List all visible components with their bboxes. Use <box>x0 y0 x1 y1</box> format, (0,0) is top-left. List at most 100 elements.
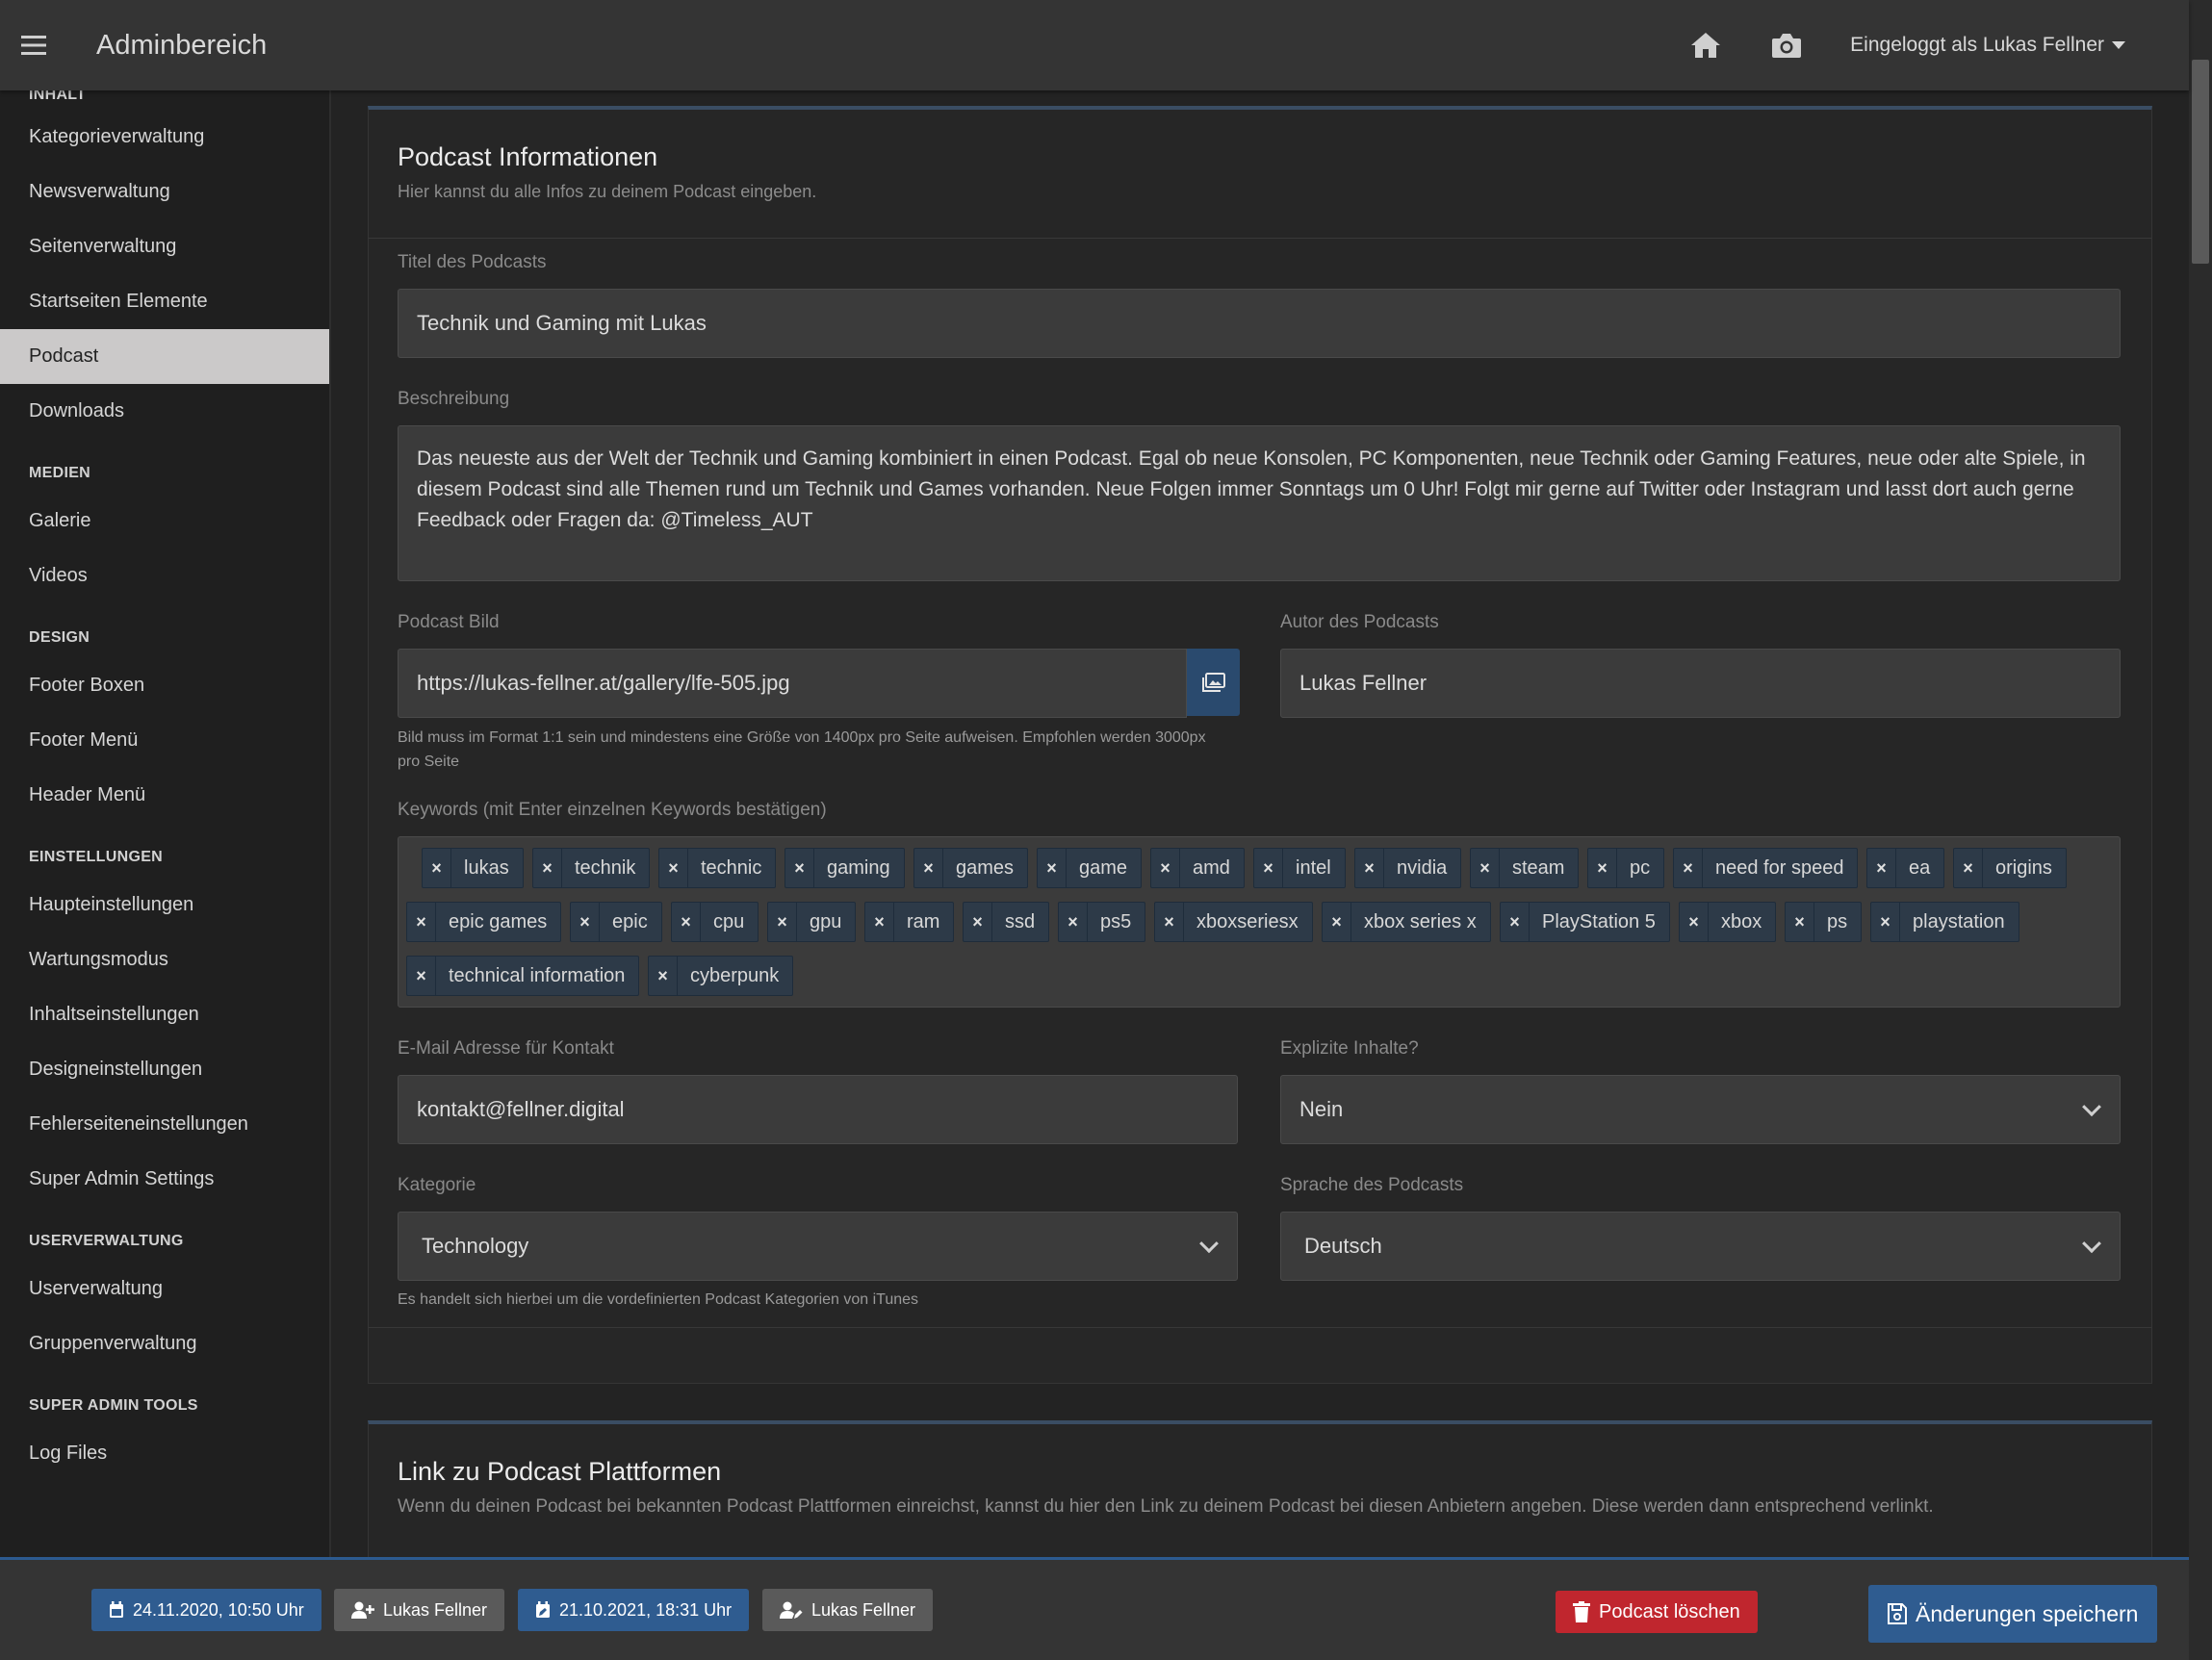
sidebar-item-gruppenverwaltung[interactable]: Gruppenverwaltung <box>0 1316 329 1371</box>
remove-tag-icon[interactable]: × <box>1674 849 1703 887</box>
remove-tag-icon[interactable]: × <box>659 849 688 887</box>
sidebar-item-log-files[interactable]: Log Files <box>0 1426 329 1481</box>
keyword-tag[interactable]: × gaming <box>784 848 905 888</box>
sidebar-item-footer-boxen[interactable]: Footer Boxen <box>0 658 329 713</box>
remove-tag-icon[interactable]: × <box>1501 903 1530 941</box>
remove-tag-icon[interactable]: × <box>964 903 992 941</box>
sidebar-item-downloads[interactable]: Downloads <box>0 384 329 439</box>
user-menu-dropdown[interactable]: Eingeloggt als Lukas Fellner <box>1850 34 2125 57</box>
remove-tag-icon[interactable]: × <box>1254 849 1283 887</box>
keyword-tag[interactable]: × epic games <box>406 902 562 942</box>
camera-icon[interactable] <box>1769 28 1804 63</box>
keyword-tag[interactable]: × steam <box>1470 848 1580 888</box>
remove-tag-icon[interactable]: × <box>1471 849 1500 887</box>
keyword-tag[interactable]: × technical information <box>406 956 640 996</box>
keyword-tag[interactable]: × epic <box>570 902 662 942</box>
remove-tag-icon[interactable]: × <box>672 903 701 941</box>
sidebar-item-kategorieverwaltung[interactable]: Kategorieverwaltung <box>0 110 329 165</box>
keyword-tag[interactable]: × ssd <box>963 902 1050 942</box>
remove-tag-icon[interactable]: × <box>1059 903 1088 941</box>
scrollbar-thumb[interactable] <box>2192 60 2209 264</box>
remove-tag-icon[interactable]: × <box>1867 849 1896 887</box>
sidebar-item-super-admin-settings[interactable]: Super Admin Settings <box>0 1152 329 1207</box>
remove-tag-icon[interactable]: × <box>1155 903 1184 941</box>
keyword-tag[interactable]: × ram <box>864 902 955 942</box>
explicit-select[interactable]: Nein <box>1280 1075 2121 1144</box>
page-scrollbar[interactable] <box>2189 0 2212 1660</box>
keyword-tag[interactable]: × lukas <box>422 848 524 888</box>
sidebar-item-newsverwaltung[interactable]: Newsverwaltung <box>0 165 329 219</box>
keyword-tag[interactable]: × game <box>1037 848 1143 888</box>
keyword-tag[interactable]: × cyberpunk <box>648 956 794 996</box>
menu-toggle-icon[interactable] <box>0 0 67 90</box>
remove-tag-icon[interactable]: × <box>1038 849 1067 887</box>
remove-tag-icon[interactable]: × <box>571 903 600 941</box>
save-changes-button[interactable]: Änderungen speichern <box>1868 1585 2158 1643</box>
caret-down-icon <box>2112 41 2125 49</box>
remove-tag-icon[interactable]: × <box>865 903 894 941</box>
sidebar-item-inhaltseinstellungen[interactable]: Inhaltseinstellungen <box>0 987 329 1042</box>
keyword-tag[interactable]: × xbox <box>1679 902 1777 942</box>
keyword-tag[interactable]: × ps5 <box>1058 902 1146 942</box>
sidebar-item-podcast[interactable]: Podcast <box>0 329 329 384</box>
sidebar-item-galerie[interactable]: Galerie <box>0 494 329 549</box>
remove-tag-icon[interactable]: × <box>1871 903 1900 941</box>
keyword-tag[interactable]: × playstation <box>1870 902 2019 942</box>
remove-tag-icon[interactable]: × <box>1954 849 1983 887</box>
keyword-tag[interactable]: × nvidia <box>1354 848 1462 888</box>
sidebar-item-haupteinstellungen[interactable]: Haupteinstellungen <box>0 878 329 932</box>
author-input[interactable]: Lukas Fellner <box>1280 649 2121 718</box>
remove-tag-icon[interactable]: × <box>423 849 451 887</box>
remove-tag-icon[interactable]: × <box>1786 903 1814 941</box>
keyword-tag[interactable]: × xbox series x <box>1322 902 1491 942</box>
keyword-tag[interactable]: × technic <box>658 848 777 888</box>
keyword-tag[interactable]: × intel <box>1253 848 1346 888</box>
keyword-tag-label: need for speed <box>1715 856 1844 879</box>
delete-podcast-button[interactable]: Podcast löschen <box>1556 1591 1758 1633</box>
remove-tag-icon[interactable]: × <box>914 849 943 887</box>
keyword-tag[interactable]: × cpu <box>671 902 759 942</box>
keywords-tag-input[interactable]: × lukas × technik × technic × gaming × games × game… <box>398 836 2121 1008</box>
keyword-tag[interactable]: × origins <box>1953 848 2067 888</box>
sidebar-item-header-menu[interactable]: Header Menü <box>0 768 329 823</box>
remove-tag-icon[interactable]: × <box>407 903 436 941</box>
keyword-tag[interactable]: × ea <box>1866 848 1945 888</box>
category-select[interactable]: Technology <box>398 1212 1238 1281</box>
remove-tag-icon[interactable]: × <box>1588 849 1617 887</box>
remove-tag-icon[interactable]: × <box>533 849 562 887</box>
image-picker-button[interactable] <box>1187 649 1240 716</box>
keyword-tag[interactable]: × games <box>913 848 1029 888</box>
remove-tag-icon[interactable]: × <box>785 849 814 887</box>
description-textarea[interactable]: Das neueste aus der Welt der Technik und… <box>398 425 2121 581</box>
email-input[interactable]: kontakt@fellner.digital <box>398 1075 1238 1144</box>
keyword-tag[interactable]: × xboxseriesx <box>1154 902 1313 942</box>
sidebar-item-userverwaltung[interactable]: Userverwaltung <box>0 1262 329 1316</box>
remove-tag-icon[interactable]: × <box>1680 903 1709 941</box>
card-subtitle: Wenn du deinen Podcast bei bekannten Pod… <box>398 1496 1934 1517</box>
keyword-tag[interactable]: × PlayStation 5 <box>1500 902 1670 942</box>
brand-title[interactable]: Adminbereich <box>96 30 267 62</box>
remove-tag-icon[interactable]: × <box>1323 903 1351 941</box>
language-select[interactable]: Deutsch <box>1280 1212 2121 1281</box>
sidebar-item-videos[interactable]: Videos <box>0 549 329 603</box>
sidebar-item-designeinstellungen[interactable]: Designeinstellungen <box>0 1042 329 1097</box>
sidebar-item-fehlerseiteneinstellungen[interactable]: Fehlerseiteneinstellungen <box>0 1097 329 1152</box>
sidebar-item-startseiten-elemente[interactable]: Startseiten Elemente <box>0 274 329 329</box>
sidebar-item-wartungsmodus[interactable]: Wartungsmodus <box>0 932 329 987</box>
keyword-tag[interactable]: × amd <box>1150 848 1245 888</box>
home-icon[interactable] <box>1688 28 1723 63</box>
remove-tag-icon[interactable]: × <box>1151 849 1180 887</box>
remove-tag-icon[interactable]: × <box>1355 849 1384 887</box>
image-url-input[interactable]: https://lukas-fellner.at/gallery/lfe-505… <box>398 649 1187 718</box>
sidebar-item-seitenverwaltung[interactable]: Seitenverwaltung <box>0 219 329 274</box>
title-input[interactable]: Technik und Gaming mit Lukas <box>398 289 2121 358</box>
remove-tag-icon[interactable]: × <box>407 957 436 995</box>
sidebar-item-footer-menu[interactable]: Footer Menü <box>0 713 329 768</box>
keyword-tag[interactable]: × pc <box>1587 848 1665 888</box>
keyword-tag[interactable]: × ps <box>1785 902 1863 942</box>
keyword-tag[interactable]: × gpu <box>767 902 857 942</box>
remove-tag-icon[interactable]: × <box>768 903 797 941</box>
keyword-tag[interactable]: × need for speed <box>1673 848 1859 888</box>
keyword-tag[interactable]: × technik <box>532 848 651 888</box>
remove-tag-icon[interactable]: × <box>649 957 678 995</box>
